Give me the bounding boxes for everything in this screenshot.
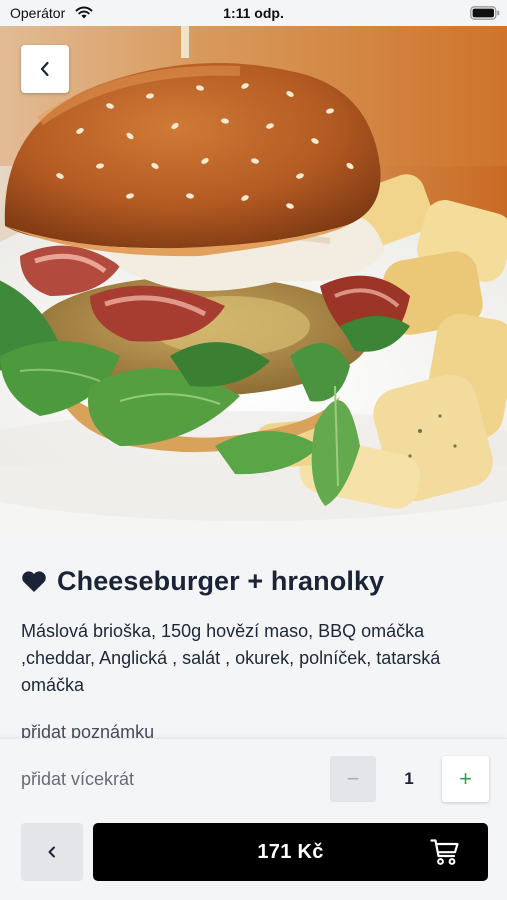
- order-panel: přidat vícekrát − 1 + 171 Kč: [0, 738, 507, 900]
- add-note-link[interactable]: přidat poznámku: [21, 722, 154, 738]
- chevron-left-icon: [48, 846, 55, 858]
- product-details: Cheeseburger + hranolky Máslová brioška,…: [0, 534, 507, 738]
- add-multiple-label: přidat vícekrát: [21, 769, 135, 789]
- title-row: Cheeseburger + hranolky: [21, 566, 384, 597]
- quantity-value: 1: [404, 769, 414, 788]
- price-label: 171 Kč: [257, 840, 324, 863]
- product-title: Cheeseburger + hranolky: [57, 566, 385, 596]
- heart-icon[interactable]: [21, 570, 47, 593]
- add-to-cart-button[interactable]: 171 Kč: [93, 823, 488, 881]
- battery-icon: [470, 6, 500, 20]
- increase-quantity-button[interactable]: +: [442, 756, 489, 802]
- product-photo: [0, 26, 507, 534]
- status-bar: Operátor 1:11 odp.: [0, 0, 507, 26]
- cart-icon: [430, 839, 459, 865]
- back-button[interactable]: [21, 45, 69, 93]
- product-description: Máslová brioška, 150g hovězí maso, BBQ o…: [21, 621, 441, 695]
- decrease-quantity-button[interactable]: −: [330, 756, 376, 802]
- clock: 1:11 odp.: [223, 5, 284, 21]
- chevron-left-icon: [40, 61, 49, 77]
- back-bottom-button[interactable]: [21, 823, 83, 881]
- cheeseburger-photo: [0, 26, 507, 534]
